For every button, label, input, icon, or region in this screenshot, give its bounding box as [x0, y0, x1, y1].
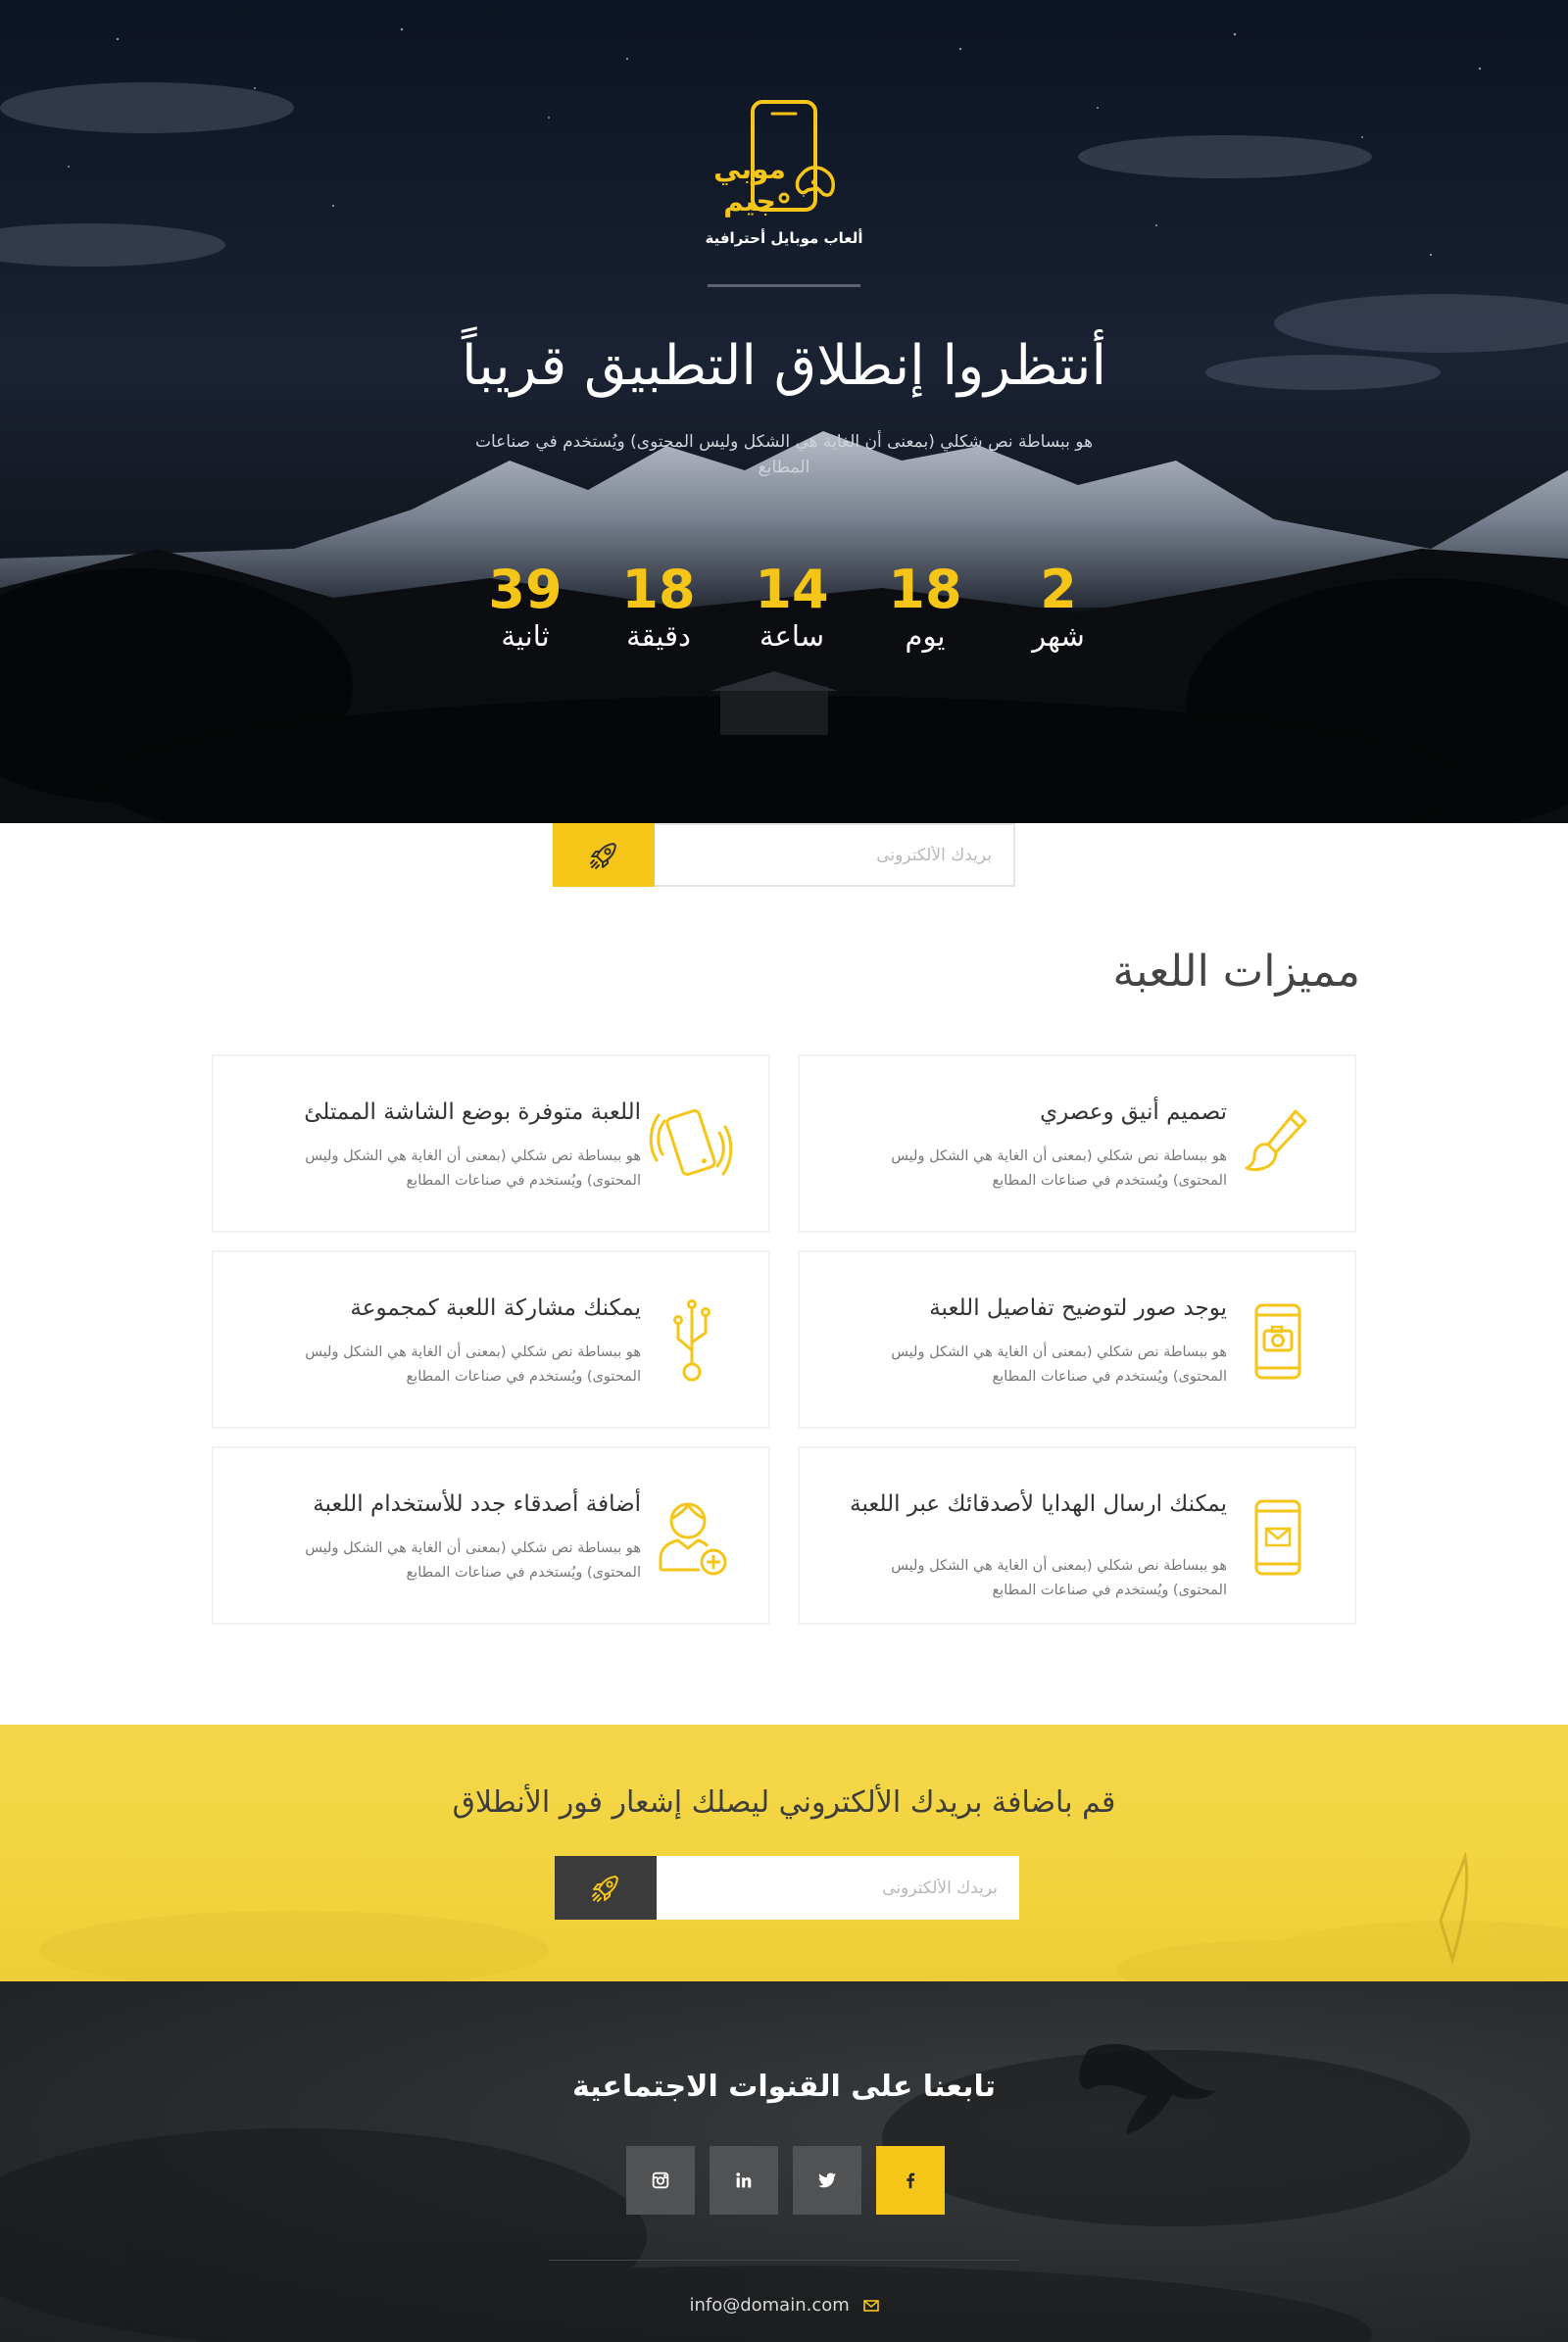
phone-camera-icon — [1254, 1303, 1301, 1380]
countdown-label: شهر — [1032, 619, 1085, 654]
email-input[interactable] — [655, 823, 1015, 887]
twitter-button[interactable] — [793, 2146, 861, 2215]
footer-divider — [549, 2260, 1019, 2261]
instagram-icon — [652, 2171, 669, 2189]
email-link[interactable]: info@domain.com — [689, 2295, 849, 2316]
feature-card: تصميم أنيق وعصري هو ببساطة نص شكلي (بمعن… — [798, 1054, 1356, 1233]
paintbrush-icon — [1245, 1109, 1307, 1172]
brand-logo[interactable]: موبي جيم ألعاب موبايل أحترافية — [686, 90, 882, 257]
feature-text: هو ببساطة نص شكلي (بمعنى أن الغاية هي ال… — [305, 1344, 641, 1386]
twitter-icon — [818, 2172, 836, 2188]
vibrating-phone-icon — [649, 1109, 733, 1176]
surf-texture — [39, 1851, 1568, 1981]
envelope-icon — [862, 2300, 879, 2312]
notify-submit-button[interactable] — [555, 1856, 657, 1920]
hero-divider — [708, 284, 860, 287]
phone-mail-icon — [1254, 1499, 1301, 1576]
social-links — [625, 2146, 945, 2215]
hero-subtitle: هو ببساطة نص شكلي (بمعنى أن الغاية هي ال… — [474, 432, 1094, 478]
countdown-seconds: 39 ثانية — [466, 561, 584, 656]
feature-title: أضافة أصدقاء جدد للأستخدام اللعبة — [313, 1491, 641, 1517]
feature-title: يوجد صور لتوضيح تفاصيل اللعبة — [929, 1295, 1227, 1321]
notify-title: قم باضافة بريدك الألكتروني ليصلك إشعار ف… — [452, 1785, 1116, 1820]
feature-text: هو ببساطة نص شكلي (بمعنى أن الغاية هي ال… — [891, 1558, 1227, 1599]
notify-form — [555, 1856, 1019, 1920]
countdown-hours: 14 ساعة — [733, 561, 851, 656]
countdown-label: ساعة — [760, 619, 824, 654]
rocket-icon — [590, 842, 616, 869]
facebook-button[interactable] — [876, 2146, 945, 2215]
countdown-value: 2 — [1040, 559, 1077, 620]
linkedin-button[interactable] — [710, 2146, 778, 2215]
countdown-timer: 2 شهر 18 يوم 14 ساعة 18 دقيقة 39 ثانية — [470, 561, 1117, 668]
subscribe-button[interactable] — [553, 823, 655, 887]
notify-email-input[interactable] — [657, 1856, 1019, 1920]
countdown-days: 18 يوم — [866, 561, 984, 656]
linkedin-icon — [736, 2172, 752, 2188]
notify-section: قم باضافة بريدك الألكتروني ليصلك إشعار ف… — [0, 1725, 1568, 1981]
feature-title: يمكنك مشاركة اللعبة كمجموعة — [350, 1295, 641, 1321]
instagram-button[interactable] — [626, 2146, 695, 2215]
countdown-months: 2 شهر — [1000, 561, 1117, 656]
countdown-label: ثانية — [501, 619, 550, 654]
feature-text: هو ببساطة نص شكلي (بمعنى أن الغاية هي ال… — [891, 1148, 1227, 1190]
usb-share-icon — [673, 1299, 710, 1382]
feature-title: اللعبة متوفرة بوضع الشاشة الممتلئ — [304, 1099, 641, 1125]
facebook-icon — [906, 2172, 915, 2189]
feature-title: تصميم أنيق وعصري — [1040, 1099, 1227, 1125]
feature-card: اللعبة متوفرة بوضع الشاشة الممتلئ هو ببس… — [212, 1054, 770, 1233]
countdown-label: يوم — [905, 619, 946, 654]
feature-text: هو ببساطة نص شكلي (بمعنى أن الغاية هي ال… — [891, 1344, 1227, 1386]
add-user-icon — [659, 1502, 727, 1576]
footer-contact: info@domain.com — [588, 2295, 980, 2316]
hero-title: أنتظروا إنطلاق التطبيق قريباً — [462, 334, 1106, 398]
feature-card: يمكنك ارسال الهدايا لأصدقائك عبر اللعبة … — [798, 1446, 1356, 1625]
hero-section: موبي جيم ألعاب موبايل أحترافية أنتظروا إ… — [0, 0, 1568, 823]
countdown-value: 14 — [755, 559, 829, 620]
footer-title: تابعنا على القنوات الاجتماعية — [571, 2070, 997, 2104]
feature-text: هو ببساطة نص شكلي (بمعنى أن الغاية هي ال… — [305, 1540, 641, 1582]
feature-card: يوجد صور لتوضيح تفاصيل اللعبة هو ببساطة … — [798, 1250, 1356, 1429]
rocket-icon — [592, 1875, 618, 1902]
footer: تابعنا على القنوات الاجتماعية info@domai… — [0, 1981, 1568, 2342]
brand-tagline: ألعاب موبايل أحترافية — [705, 229, 863, 247]
feature-card: يمكنك مشاركة اللعبة كمجموعة هو ببساطة نص… — [212, 1250, 770, 1429]
feature-title: يمكنك ارسال الهدايا لأصدقائك عبر اللعبة — [850, 1491, 1227, 1517]
countdown-value: 18 — [621, 559, 696, 620]
countdown-minutes: 18 دقيقة — [600, 561, 717, 656]
subscribe-form — [553, 823, 1015, 887]
features-title: مميزات اللعبة — [1112, 947, 1360, 997]
brand-name: موبي جيم — [713, 153, 786, 218]
countdown-value: 18 — [888, 559, 962, 620]
countdown-value: 39 — [488, 559, 563, 620]
feature-card: أضافة أصدقاء جدد للأستخدام اللعبة هو ببس… — [212, 1446, 770, 1625]
feature-text: هو ببساطة نص شكلي (بمعنى أن الغاية هي ال… — [305, 1148, 641, 1190]
countdown-label: دقيقة — [626, 619, 691, 654]
